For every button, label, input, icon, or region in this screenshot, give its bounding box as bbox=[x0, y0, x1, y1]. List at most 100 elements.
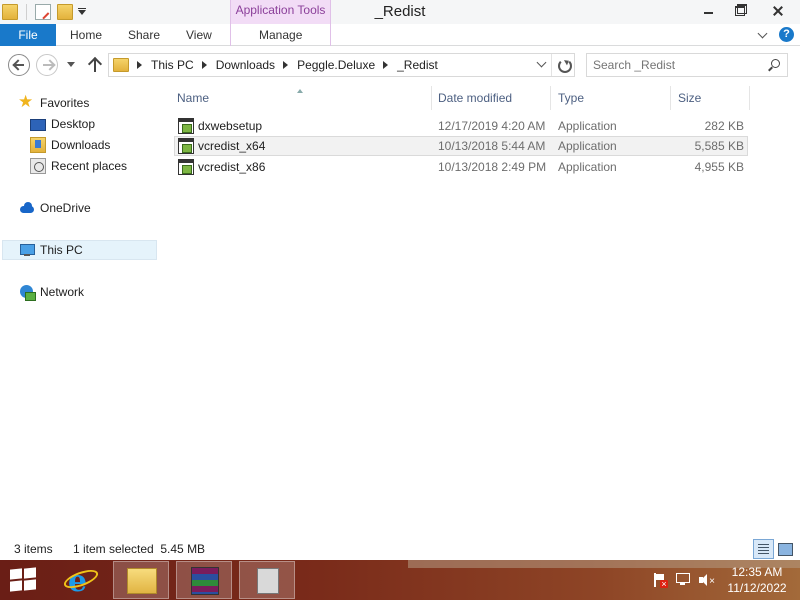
nav-recent-places[interactable]: Recent places bbox=[30, 156, 127, 176]
column-header-name[interactable]: Name bbox=[171, 86, 432, 110]
search-input[interactable] bbox=[593, 56, 763, 74]
breadcrumb-downloads[interactable]: Downloads bbox=[212, 54, 279, 76]
column-header-type[interactable]: Type bbox=[552, 86, 671, 110]
nav-label: OneDrive bbox=[40, 201, 91, 215]
column-header-size[interactable]: Size bbox=[672, 86, 750, 110]
nav-label: Network bbox=[40, 285, 85, 299]
tab-view[interactable]: View bbox=[186, 24, 212, 46]
toolbar-divider bbox=[26, 4, 27, 20]
refresh-button[interactable] bbox=[551, 54, 575, 76]
breadcrumb-peggle-deluxe[interactable]: Peggle.Deluxe bbox=[293, 54, 379, 76]
back-button[interactable] bbox=[8, 54, 30, 76]
application-icon bbox=[178, 118, 194, 134]
downloads-icon bbox=[30, 137, 46, 153]
column-header-date-modified[interactable]: Date modified bbox=[432, 86, 551, 110]
nav-label: This PC bbox=[40, 243, 83, 257]
nav-downloads[interactable]: Downloads bbox=[30, 135, 110, 155]
properties-icon[interactable] bbox=[35, 4, 51, 20]
file-row[interactable]: vcredist_x64 10/13/2018 5:44 AM Applicat… bbox=[174, 136, 748, 156]
recent-places-icon bbox=[30, 158, 46, 174]
file-size: 5,585 KB bbox=[694, 139, 744, 153]
file-row[interactable]: dxwebsetup 12/17/2019 4:20 AM Applicatio… bbox=[174, 116, 748, 136]
file-explorer-taskbar-button[interactable] bbox=[113, 561, 169, 599]
breadcrumb-chevron-icon[interactable] bbox=[198, 54, 212, 76]
breadcrumb-this-pc[interactable]: This PC bbox=[147, 54, 198, 76]
nav-onedrive[interactable]: OneDrive bbox=[19, 198, 91, 218]
nav-label: Downloads bbox=[51, 138, 111, 152]
file-date: 10/13/2018 5:44 AM bbox=[438, 139, 546, 153]
clock-date: 11/12/2022 bbox=[727, 581, 787, 595]
windows-logo-pane bbox=[24, 579, 36, 591]
help-icon[interactable]: ? bbox=[779, 27, 794, 42]
restore-button[interactable] bbox=[724, 0, 755, 22]
tab-manage[interactable]: Manage bbox=[259, 24, 302, 46]
nav-network[interactable]: Network bbox=[19, 282, 84, 302]
file-type: Application bbox=[558, 160, 617, 174]
internet-explorer-icon[interactable]: e bbox=[58, 562, 104, 599]
winrar-taskbar-button[interactable] bbox=[176, 561, 232, 599]
winrar-icon bbox=[191, 567, 219, 595]
file-explorer-icon bbox=[127, 568, 157, 594]
title-bar: Application Tools _Redist bbox=[0, 0, 800, 24]
window-title: _Redist bbox=[374, 3, 426, 20]
nav-this-pc[interactable]: This PC bbox=[2, 240, 157, 260]
nav-desktop[interactable]: Desktop bbox=[30, 114, 95, 134]
navigation-pane: Favorites Desktop Downloads Recent place… bbox=[0, 84, 160, 539]
application-icon bbox=[178, 159, 194, 175]
details-view-icon[interactable] bbox=[753, 539, 774, 559]
search-box[interactable] bbox=[586, 53, 788, 77]
up-button[interactable] bbox=[86, 56, 104, 74]
folder-icon[interactable] bbox=[2, 4, 18, 20]
large-icons-view-icon[interactable] bbox=[776, 541, 794, 557]
search-icon[interactable] bbox=[767, 58, 781, 72]
file-name: vcredist_x86 bbox=[198, 160, 266, 174]
column-label: Name bbox=[177, 91, 210, 105]
windows-logo-pane bbox=[24, 567, 36, 579]
breadcrumb-chevron-icon[interactable] bbox=[133, 54, 147, 76]
tab-share[interactable]: Share bbox=[128, 24, 160, 46]
file-type: Application bbox=[558, 139, 617, 153]
customize-toolbar-dropdown-icon[interactable] bbox=[77, 4, 87, 20]
nav-label: Desktop bbox=[51, 117, 96, 131]
close-button[interactable] bbox=[755, 0, 800, 22]
error-badge-icon: × bbox=[660, 579, 668, 589]
start-button[interactable] bbox=[10, 567, 38, 593]
folder-icon bbox=[113, 58, 129, 72]
nav-label: Recent places bbox=[51, 159, 128, 173]
expand-ribbon-icon[interactable] bbox=[757, 29, 769, 41]
tab-file[interactable]: File bbox=[0, 24, 56, 46]
system-clock[interactable]: 12:35 AM 11/12/2022 bbox=[726, 564, 788, 596]
nav-favorites[interactable]: Favorites bbox=[18, 92, 90, 113]
file-size: 282 KB bbox=[704, 119, 744, 133]
windows-logo-pane bbox=[10, 580, 22, 592]
item-count: 3 items bbox=[14, 542, 53, 556]
breadcrumb-chevron-icon[interactable] bbox=[279, 54, 293, 76]
installer-taskbar-button[interactable] bbox=[239, 561, 295, 599]
action-center-flag-icon[interactable]: × bbox=[652, 573, 668, 589]
nav-label: Favorites bbox=[40, 96, 90, 110]
volume-muted-icon[interactable]: × bbox=[698, 573, 715, 587]
address-dropdown-icon[interactable] bbox=[535, 54, 551, 76]
breadcrumb-redist[interactable]: _Redist bbox=[393, 54, 442, 76]
file-name: vcredist_x64 bbox=[198, 139, 266, 153]
tab-home[interactable]: Home bbox=[70, 24, 102, 46]
network-icon bbox=[19, 284, 36, 301]
network-status-icon[interactable] bbox=[675, 573, 691, 587]
windows-logo-pane bbox=[10, 568, 22, 580]
file-name: dxwebsetup bbox=[198, 119, 263, 133]
file-date: 12/17/2019 4:20 AM bbox=[438, 119, 546, 133]
selection-info: 1 item selected 5.45 MB bbox=[73, 542, 206, 556]
breadcrumb-chevron-icon[interactable] bbox=[379, 54, 393, 76]
new-folder-icon[interactable] bbox=[57, 4, 73, 20]
installer-icon bbox=[257, 568, 279, 594]
application-icon bbox=[178, 138, 194, 154]
quick-access-toolbar bbox=[0, 3, 87, 21]
file-row[interactable]: vcredist_x86 10/13/2018 2:49 PM Applicat… bbox=[174, 157, 748, 177]
onedrive-cloud-icon bbox=[19, 200, 35, 216]
recent-locations-dropdown-icon[interactable] bbox=[66, 61, 76, 69]
minimize-button[interactable] bbox=[693, 0, 724, 22]
address-bar[interactable]: This PC Downloads Peggle.Deluxe _Redist bbox=[108, 53, 575, 77]
desktop-icon bbox=[30, 119, 46, 131]
window-controls bbox=[693, 0, 800, 22]
forward-button[interactable] bbox=[36, 54, 58, 76]
